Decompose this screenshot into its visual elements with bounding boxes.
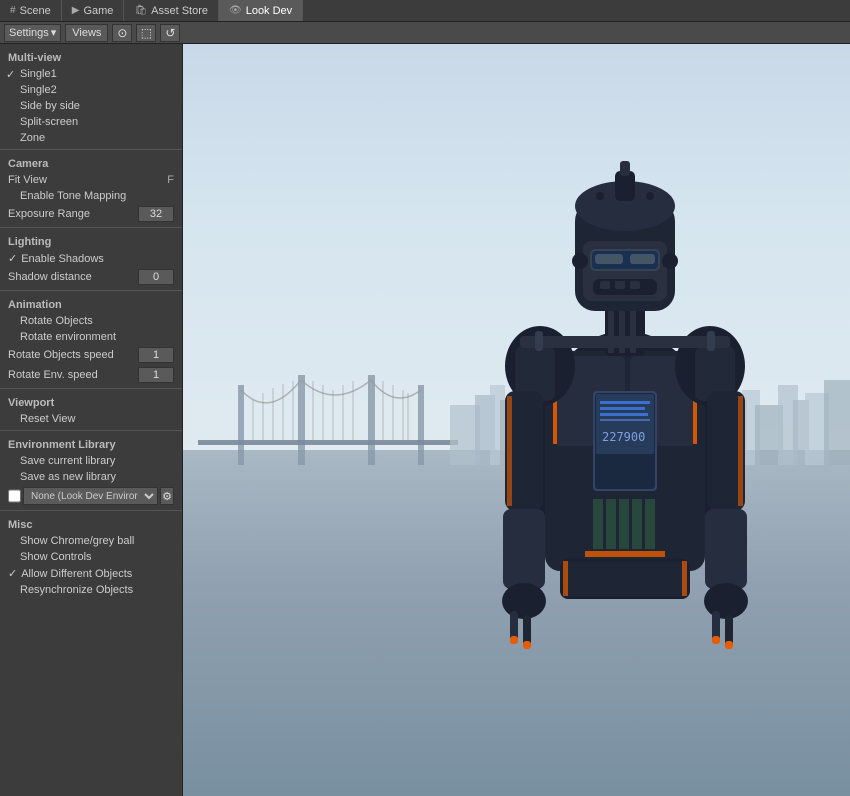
shadow-distance-label: Shadow distance xyxy=(8,271,134,283)
enable-tone-mapping-label: Enable Tone Mapping xyxy=(20,190,126,202)
divider-4 xyxy=(0,388,182,389)
resynchronize-objects-label: Resynchronize Objects xyxy=(20,584,133,596)
multiview-zone[interactable]: Zone xyxy=(0,130,182,146)
svg-text:227900: 227900 xyxy=(602,430,645,444)
show-controls-label: Show Controls xyxy=(20,551,92,563)
resynchronize-objects[interactable]: Resynchronize Objects xyxy=(0,582,182,598)
toolbar-row: Settings ▾ Views ⊙ ⬚ ↺ xyxy=(0,22,850,44)
rotate-objects-speed-label: Rotate Objects speed xyxy=(8,349,134,361)
env-settings-btn[interactable]: ⚙ xyxy=(160,487,174,505)
multiview-header: Multi-view xyxy=(0,48,182,66)
multiview-single2[interactable]: Single2 xyxy=(0,82,182,98)
exposure-range-label: Exposure Range xyxy=(8,208,134,220)
tab-scene[interactable]: # Scene xyxy=(0,0,62,21)
tab-look-dev-label: Look Dev xyxy=(246,5,292,17)
divider-2 xyxy=(0,227,182,228)
allow-different-objects-check-icon: ✓ xyxy=(8,567,17,580)
tab-look-dev[interactable]: 👁 Look Dev xyxy=(219,0,303,21)
rotate-environment[interactable]: Rotate environment xyxy=(0,329,182,345)
rotate-env-speed-input[interactable] xyxy=(138,367,174,383)
divider-3 xyxy=(0,290,182,291)
reset-view-label: Reset View xyxy=(20,413,75,425)
viewport[interactable]: 227900 xyxy=(183,44,850,796)
show-controls[interactable]: Show Controls xyxy=(0,549,182,565)
multiview-side-by-side[interactable]: Side by side xyxy=(0,98,182,114)
animation-header: Animation xyxy=(0,295,182,313)
zone-label: Zone xyxy=(20,132,45,144)
rotate-objects[interactable]: Rotate Objects xyxy=(0,313,182,329)
fit-view-row: Fit View F xyxy=(0,172,182,188)
scene-icon: # xyxy=(10,5,16,16)
toggle-btn-1[interactable]: ⊙ xyxy=(112,24,132,42)
settings-chevron-icon: ▾ xyxy=(51,26,57,39)
env-dropdown-row: None (Look Dev Enviror ⚙ xyxy=(0,485,182,507)
exposure-range-input[interactable] xyxy=(138,206,174,222)
tab-asset-store[interactable]: 🛍 Asset Store xyxy=(124,0,219,21)
exposure-range-row: Exposure Range xyxy=(0,204,182,224)
enable-shadows-row[interactable]: ✓ Enable Shadows xyxy=(0,250,182,267)
allow-different-objects-label: Allow Different Objects xyxy=(21,568,132,580)
rotate-objects-label: Rotate Objects xyxy=(20,315,93,327)
camera-header: Camera xyxy=(0,154,182,172)
save-current-library-label: Save current library xyxy=(20,455,115,467)
save-as-new-library[interactable]: Save as new library xyxy=(0,469,182,485)
multiview-single1[interactable]: Single1 xyxy=(0,66,182,82)
settings-label: Settings xyxy=(9,27,49,39)
show-chrome-grey-ball-label: Show Chrome/grey ball xyxy=(20,535,134,547)
lighting-header: Lighting xyxy=(0,232,182,250)
split-screen-label: Split-screen xyxy=(20,116,78,128)
tab-game-label: Game xyxy=(83,5,113,17)
rotate-environment-label: Rotate environment xyxy=(20,331,116,343)
shadow-distance-input[interactable] xyxy=(138,269,174,285)
robot-svg: 227900 xyxy=(445,81,805,721)
misc-header: Misc xyxy=(0,515,182,533)
views-button[interactable]: Views xyxy=(65,24,108,42)
save-as-new-library-label: Save as new library xyxy=(20,471,116,483)
single2-label: Single2 xyxy=(20,84,57,96)
environment-library-header: Environment Library xyxy=(0,435,182,453)
divider-1 xyxy=(0,149,182,150)
reset-view[interactable]: Reset View xyxy=(0,411,182,427)
views-label: Views xyxy=(72,27,101,39)
rotate-objects-speed-row: Rotate Objects speed xyxy=(0,345,182,365)
env-library-select[interactable]: None (Look Dev Enviror xyxy=(23,487,158,505)
single1-label: Single1 xyxy=(20,68,57,80)
rotate-env-speed-row: Rotate Env. speed xyxy=(0,365,182,385)
tab-game[interactable]: ▶ Game xyxy=(62,0,125,21)
toggle-btn-3[interactable]: ↺ xyxy=(160,24,180,42)
divider-6 xyxy=(0,510,182,511)
settings-dropdown[interactable]: Settings ▾ xyxy=(4,24,61,42)
toggle-btn-2[interactable]: ⬚ xyxy=(136,24,156,42)
divider-5 xyxy=(0,430,182,431)
tab-asset-store-label: Asset Store xyxy=(151,5,208,17)
fit-view-label: Fit View xyxy=(8,174,47,186)
side-by-side-label: Side by side xyxy=(20,100,80,112)
enable-shadows-label: Enable Shadows xyxy=(21,253,104,265)
rotate-objects-speed-input[interactable] xyxy=(138,347,174,363)
enable-shadows-check-icon: ✓ xyxy=(8,252,17,265)
env-checkbox[interactable] xyxy=(8,489,21,503)
bridge-svg xyxy=(198,365,458,465)
enable-tone-mapping[interactable]: Enable Tone Mapping xyxy=(0,188,182,204)
multiview-split-screen[interactable]: Split-screen xyxy=(0,114,182,130)
fit-view-shortcut: F xyxy=(167,174,174,186)
shadow-distance-row: Shadow distance xyxy=(0,267,182,287)
viewport-header: Viewport xyxy=(0,393,182,411)
left-panel: Multi-view Single1 Single2 Side by side … xyxy=(0,44,183,796)
look-dev-icon: 👁 xyxy=(229,5,242,16)
save-current-library[interactable]: Save current library xyxy=(0,453,182,469)
game-icon: ▶ xyxy=(72,5,80,16)
tab-bar: # Scene ▶ Game 🛍 Asset Store 👁 Look Dev xyxy=(0,0,850,22)
rotate-env-speed-label: Rotate Env. speed xyxy=(8,369,134,381)
main-layout: Multi-view Single1 Single2 Side by side … xyxy=(0,44,850,796)
tab-scene-label: Scene xyxy=(20,5,51,17)
allow-different-objects-row[interactable]: ✓ Allow Different Objects xyxy=(0,565,182,582)
asset-store-icon: 🛍 xyxy=(134,5,147,16)
show-chrome-grey-ball[interactable]: Show Chrome/grey ball xyxy=(0,533,182,549)
